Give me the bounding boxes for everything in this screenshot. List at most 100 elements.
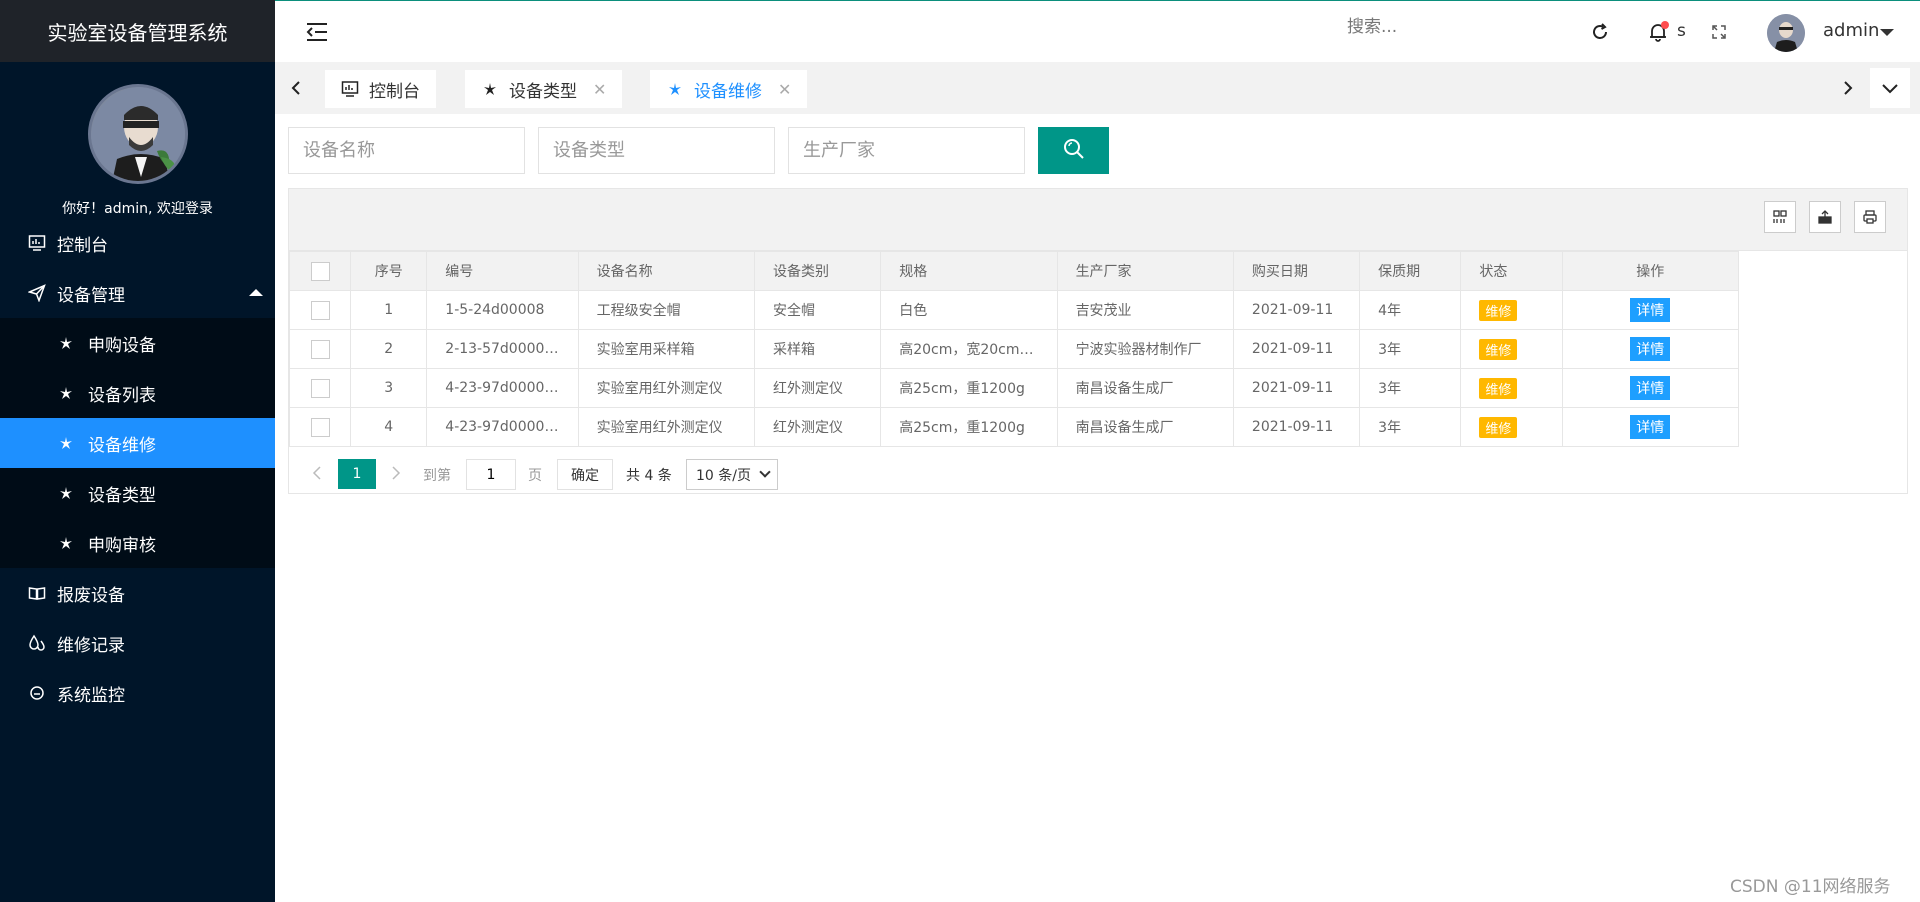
columns-filter-icon[interactable] bbox=[1764, 201, 1796, 233]
column-header[interactable]: 购买日期 bbox=[1232, 251, 1361, 291]
snowflake-icon bbox=[58, 435, 74, 451]
column-header[interactable]: 设备名称 bbox=[577, 251, 755, 291]
column-header[interactable]: 保质期 bbox=[1359, 251, 1462, 291]
header-search[interactable]: 搜索... bbox=[1347, 12, 1397, 37]
detail-button[interactable]: 详情 bbox=[1630, 376, 1671, 400]
menu-fold-icon[interactable] bbox=[305, 21, 329, 43]
sidebar-item-label: 申购审核 bbox=[88, 535, 156, 556]
sidebar-item-label: 设备管理 bbox=[57, 285, 125, 306]
row-checkbox[interactable] bbox=[310, 339, 330, 359]
cell-spec: 高20cm，宽20cm… bbox=[880, 329, 1058, 369]
tab-dashboard[interactable]: 控制台 bbox=[325, 70, 436, 108]
cell-action: 详情 bbox=[1561, 368, 1740, 408]
status-badge: 维修 bbox=[1479, 338, 1518, 360]
cell-date: 2021-09-11 bbox=[1232, 329, 1361, 369]
sidebar-item-device-type[interactable]: 设备类型 bbox=[0, 468, 275, 518]
tab-device-type[interactable]: 设备类型 ✕ bbox=[465, 70, 623, 108]
manufacturer-input[interactable] bbox=[788, 127, 1025, 174]
caret-down-icon[interactable] bbox=[1880, 29, 1894, 36]
cell-no: 4 bbox=[350, 407, 428, 447]
search-icon bbox=[1062, 137, 1086, 164]
sidebar-item-scrapped-devices[interactable]: 报废设备 bbox=[0, 568, 275, 618]
sidebar-item-dashboard[interactable]: 控制台 bbox=[0, 218, 275, 268]
app-title: 实验室设备管理系统 bbox=[0, 0, 275, 62]
snowflake-icon bbox=[58, 335, 74, 351]
sidebar-item-purchase-review[interactable]: 申购审核 bbox=[0, 518, 275, 568]
close-icon[interactable]: ✕ bbox=[593, 80, 606, 99]
sidebar-item-purchase-device[interactable]: 申购设备 bbox=[0, 318, 275, 368]
cell-name: 实验室用采样箱 bbox=[577, 329, 755, 369]
print-icon[interactable] bbox=[1854, 201, 1886, 233]
fullscreen-icon[interactable] bbox=[1708, 21, 1730, 43]
detail-button[interactable]: 详情 bbox=[1630, 415, 1671, 439]
export-icon[interactable] bbox=[1809, 201, 1841, 233]
cell-name: 实验室用红外测定仪 bbox=[577, 368, 755, 408]
status-badge: 维修 bbox=[1479, 416, 1518, 438]
avatar[interactable] bbox=[1767, 14, 1805, 52]
column-header[interactable]: 设备类别 bbox=[753, 251, 882, 291]
dashboard-icon bbox=[26, 232, 48, 254]
drops-icon bbox=[26, 632, 48, 654]
tab-device-repair[interactable]: 设备维修 ✕ bbox=[650, 70, 808, 108]
table-row: 3 4-23-97d000001 实验室用红外测定仪 红外测定仪 高25cm，重… bbox=[288, 368, 1740, 408]
close-icon[interactable]: ✕ bbox=[778, 80, 791, 99]
search-button[interactable] bbox=[1038, 127, 1109, 174]
table-row: 1 1-5-24d00008 工程级安全帽 安全帽 白色 吉安茂业 2021-0… bbox=[288, 290, 1740, 330]
sidebar-item-device-repair[interactable]: 设备维修 bbox=[0, 418, 275, 468]
cell-warranty: 4年 bbox=[1359, 290, 1462, 330]
sidebar-item-device-management[interactable]: 设备管理 bbox=[0, 268, 275, 318]
chevron-left-icon[interactable] bbox=[307, 462, 327, 484]
cell-name: 实验室用红外测定仪 bbox=[577, 407, 755, 447]
confirm-page-button[interactable]: 确定 bbox=[557, 459, 613, 490]
column-header[interactable]: 编号 bbox=[426, 251, 579, 291]
top-header: 搜索... s admin bbox=[275, 0, 1920, 62]
table-row: 4 4-23-97d000002 实验室用红外测定仪 红外测定仪 高25cm，重… bbox=[288, 407, 1740, 447]
tab-label: 控制台 bbox=[369, 81, 420, 102]
sidebar-item-system-monitor[interactable]: 系统监控 bbox=[0, 668, 275, 718]
chevron-right-icon[interactable] bbox=[386, 462, 406, 484]
tabs-dropdown-icon[interactable] bbox=[1870, 68, 1910, 108]
notification-label: s bbox=[1677, 21, 1686, 41]
sidebar: 实验室设备管理系统 你好！admin, 欢迎登录 控制台 设备管理 申购设备 设… bbox=[0, 0, 275, 902]
goto-page-input[interactable] bbox=[466, 459, 516, 490]
cell-category: 红外测定仪 bbox=[753, 407, 882, 447]
column-header[interactable]: 规格 bbox=[880, 251, 1058, 291]
chevron-left-icon[interactable] bbox=[283, 75, 309, 101]
column-header[interactable]: 操作 bbox=[1561, 251, 1740, 291]
column-header[interactable]: 状态 bbox=[1460, 251, 1563, 291]
refresh-icon[interactable] bbox=[1589, 21, 1611, 43]
sidebar-item-label: 维修记录 bbox=[57, 635, 125, 656]
bell-icon[interactable] bbox=[1647, 21, 1669, 43]
page-size-select[interactable]: 10 条/页 bbox=[686, 459, 778, 490]
detail-button[interactable]: 详情 bbox=[1630, 337, 1671, 361]
row-checkbox[interactable] bbox=[310, 378, 330, 398]
cell-spec: 高25cm，重1200g bbox=[880, 407, 1058, 447]
column-header[interactable]: 生产厂家 bbox=[1056, 251, 1234, 291]
cell-status: 维修 bbox=[1460, 407, 1563, 447]
cell-no: 1 bbox=[350, 290, 428, 330]
device-type-input[interactable] bbox=[538, 127, 775, 174]
table-row: 2 2-13-57d000003 实验室用采样箱 采样箱 高20cm，宽20cm… bbox=[288, 329, 1740, 369]
status-badge: 维修 bbox=[1479, 299, 1518, 321]
sidebar-item-repair-records[interactable]: 维修记录 bbox=[0, 618, 275, 668]
cell-date: 2021-09-11 bbox=[1232, 290, 1361, 330]
detail-button[interactable]: 详情 bbox=[1630, 298, 1671, 322]
cell-status: 维修 bbox=[1460, 368, 1563, 408]
row-checkbox[interactable] bbox=[310, 300, 330, 320]
sidebar-item-device-list[interactable]: 设备列表 bbox=[0, 368, 275, 418]
cell-spec: 白色 bbox=[880, 290, 1058, 330]
row-checkbox[interactable] bbox=[310, 417, 330, 437]
select-all-checkbox[interactable] bbox=[310, 261, 330, 281]
snowflake-icon bbox=[58, 485, 74, 501]
cell-warranty: 3年 bbox=[1359, 329, 1462, 369]
device-name-input[interactable] bbox=[288, 127, 525, 174]
column-header[interactable]: 序号 bbox=[350, 251, 428, 291]
status-badge: 维修 bbox=[1479, 377, 1518, 399]
cell-no: 3 bbox=[350, 368, 428, 408]
repair-table: 序号 编号 设备名称 设备类别 规格 生产厂家 购买日期 保质期 状态 操作 1… bbox=[288, 251, 1740, 447]
chevron-right-icon[interactable] bbox=[1835, 75, 1861, 101]
username[interactable]: admin bbox=[1823, 20, 1879, 41]
book-icon bbox=[26, 582, 48, 604]
current-page[interactable]: 1 bbox=[338, 459, 376, 489]
row-select-cell bbox=[288, 407, 352, 447]
